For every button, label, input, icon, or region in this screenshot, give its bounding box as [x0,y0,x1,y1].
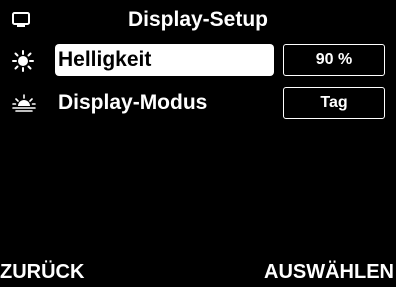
sun-icon [12,50,34,77]
menu-item-value: 90 % [283,44,385,76]
menu-item-label[interactable]: Display-Modus [55,87,274,119]
menu-item-label[interactable]: Helligkeit [55,44,274,76]
page-title: Display-Setup [127,8,269,31]
header-bar: Display-Setup [0,0,396,40]
select-softkey[interactable]: AUSWÄHLEN [264,258,394,286]
menu-item-value: Tag [283,87,385,119]
back-softkey[interactable]: ZURÜCK [0,258,84,286]
menu-item-display-modus[interactable]: Display-Modus Tag [0,85,396,121]
softkey-bar: ZURÜCK AUSWÄHLEN [0,258,396,287]
sunset-icon [12,93,36,118]
menu-item-helligkeit[interactable]: Helligkeit 90 % [0,42,396,78]
